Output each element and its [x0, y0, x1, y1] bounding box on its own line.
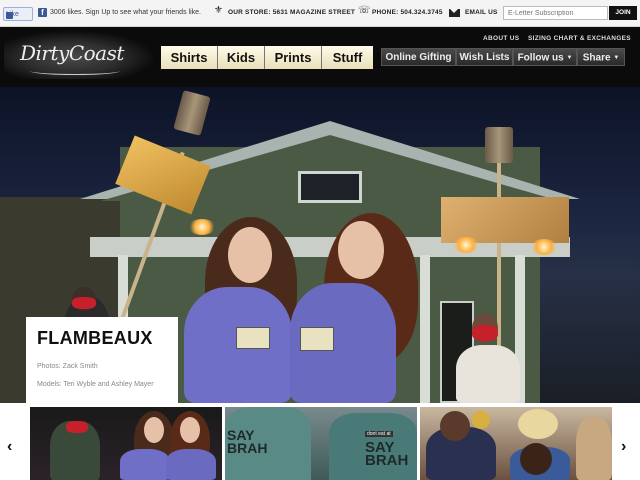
chevron-right-icon[interactable]: ›: [621, 438, 626, 456]
store-address-link[interactable]: OUR STORE: 5631 MAGAZINE STREET: [228, 9, 355, 16]
thumbnail-say-brah[interactable]: SAY BRAH dont eat at SAY BRAH: [225, 407, 417, 480]
models-credit: Models: Teri Wyble and Ashley Mayer: [37, 381, 154, 388]
shirt-graphic: [300, 327, 334, 351]
gable-window: [298, 171, 362, 203]
thumbnail-brass-band[interactable]: [420, 407, 612, 480]
nav-share[interactable]: Share ▼: [577, 48, 625, 66]
say-brah-text: SAY BRAH: [365, 439, 409, 469]
facebook-like-button[interactable]: Like: [3, 7, 33, 21]
red-bandana: [72, 297, 96, 309]
torch-flame: [530, 239, 558, 255]
hero-caption: FLAMBEAUX Photos: Zack Smith Models: Ter…: [26, 317, 178, 403]
red-bandana: [472, 325, 498, 341]
thumbnail-carousel: ‹ SAY BRAH dont eat at SAY BRAH ›: [0, 403, 640, 480]
thumbnail-flambeaux[interactable]: [30, 407, 222, 480]
torch-flame: [452, 237, 480, 253]
model-face: [144, 417, 164, 443]
nav-shirts[interactable]: Shirts: [161, 46, 218, 69]
share-label: Share: [582, 52, 611, 64]
red-bandana: [66, 421, 88, 433]
hero-title: FLAMBEAUX: [37, 328, 153, 348]
say-brah-text: SAY BRAH: [227, 427, 268, 456]
facebook-likes-text: 3006 likes. Sign Up to see what your fri…: [50, 9, 201, 16]
shirt-graphic: [236, 327, 270, 349]
chevron-down-icon: ▼: [613, 55, 620, 61]
photos-credit: Photos: Zack Smith: [37, 363, 98, 370]
model-face: [180, 417, 200, 443]
phone-number: PHONE: 504.324.3745: [372, 9, 443, 16]
torch-reflector: [441, 197, 569, 243]
follow-us-label: Follow us: [517, 52, 564, 64]
model-shirt: [166, 449, 216, 480]
site-logo[interactable]: DirtyCoast: [20, 41, 124, 65]
site-header: DirtyCoast ABOUT US SIZING CHART & EXCHA…: [0, 27, 640, 87]
chevron-down-icon: ▼: [566, 55, 573, 61]
facebook-icon: f: [38, 8, 47, 17]
sousaphone-bell: [518, 409, 558, 439]
model-face: [338, 221, 384, 279]
phone-icon: ☏: [358, 5, 371, 16]
join-button[interactable]: JOIN: [609, 6, 637, 20]
torch-flame: [188, 219, 216, 235]
about-us-link[interactable]: ABOUT US: [483, 35, 519, 42]
chevron-left-icon[interactable]: ‹: [7, 438, 12, 456]
top-utility-bar: Like f 3006 likes. Sign Up to see what y…: [0, 0, 640, 27]
envelope-icon: [449, 9, 460, 17]
nav-kids[interactable]: Kids: [218, 46, 265, 69]
say-brah-tag: dont eat at: [365, 431, 393, 437]
logo-swirl: [30, 67, 120, 75]
thumbs-up-icon: [6, 12, 13, 19]
masked-man: [456, 345, 520, 403]
model-shirt: [120, 449, 170, 480]
nav-online-gifting[interactable]: Online Gifting: [381, 48, 456, 66]
nav-follow-us[interactable]: Follow us ▼: [513, 48, 577, 66]
email-us-link[interactable]: EMAIL US: [465, 9, 498, 16]
fleur-de-lis-icon: ⚜: [214, 5, 223, 16]
newsletter-email-input[interactable]: [503, 6, 608, 20]
nav-wish-lists[interactable]: Wish Lists: [456, 48, 513, 66]
trumpet-bell: [472, 411, 490, 429]
musician-head: [520, 443, 552, 475]
nav-stuff[interactable]: Stuff: [322, 46, 373, 69]
musician: [576, 417, 612, 480]
model-face: [228, 227, 272, 283]
musician-head: [440, 411, 470, 441]
nav-prints[interactable]: Prints: [265, 46, 322, 69]
torch-canister: [485, 127, 513, 163]
sizing-chart-link[interactable]: SIZING CHART & EXCHANGES: [528, 35, 631, 42]
porch-column: [420, 255, 430, 403]
